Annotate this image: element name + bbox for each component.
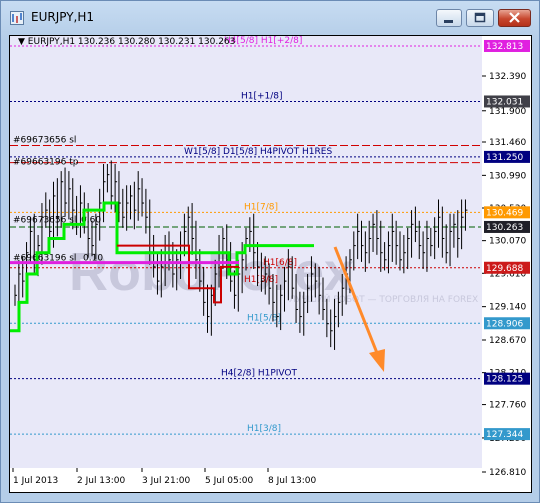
time-tick-label: 1 Jul 2013 (13, 476, 58, 486)
price-tick-label: 126.810 (489, 468, 526, 478)
restore-icon (474, 12, 486, 23)
price-tick-label: 132.390 (489, 72, 526, 82)
price-tag-label: 127.344 (486, 430, 523, 440)
chart-window: EURJPY,H1 RoboForex ЛУЧШИЙ РОБОТ — ТОРГОВ… (0, 0, 540, 503)
price-tick-label: 128.670 (489, 336, 526, 346)
price-tag-label: 130.469 (486, 208, 523, 218)
time-tick-label: 5 Jul 05:00 (205, 476, 254, 486)
price-tag-label: 128.125 (486, 375, 523, 385)
price-tag-label: 128.906 (486, 319, 523, 329)
price-tick-label: 131.900 (489, 107, 526, 117)
price-tag-label: 132.813 (486, 42, 523, 52)
price-chart[interactable]: RoboForexЛУЧШИЙ РОБОТ — ТОРГОВЛЯ НА FORE… (9, 35, 532, 493)
level-label: H4[2/8] H1PIVOT (221, 369, 298, 379)
close-icon (509, 12, 520, 23)
price-tick-label: 129.140 (489, 303, 526, 313)
symbol-quote-line: EURJPY,H1 130.236 130.280 130.231 130.26… (27, 37, 236, 47)
price-tick-label: 131.460 (489, 138, 526, 148)
price-tick-label: 127.760 (489, 401, 526, 411)
window-title: EURJPY,H1 (31, 10, 95, 24)
order-label-tp: #69663196 tp (13, 158, 79, 168)
time-tick-label: 8 Jul 13:00 (268, 476, 317, 486)
chart-area[interactable]: RoboForex ЛУЧШИЙ РОБОТ — ТОРГОВЛЯ НА FORE… (9, 35, 532, 493)
time-tick-label: 2 Jul 13:00 (77, 476, 126, 486)
order-label-sl: #69673656 sl (13, 136, 76, 146)
level-label: H1[3/8] (247, 424, 281, 434)
price-tick-label: 130.070 (489, 237, 526, 247)
level-label: H1[+1/8] (241, 91, 283, 101)
price-tick-label: 130.990 (489, 171, 526, 181)
level-label: H1[7/8] (244, 202, 278, 212)
time-tick-label: 3 Jul 21:00 (142, 476, 191, 486)
level-label: H4[5/8] H1[+2/8] (224, 36, 302, 46)
price-tag-label: 131.250 (486, 153, 523, 163)
price-tag-label: 132.031 (486, 97, 523, 107)
minimize-button[interactable] (436, 9, 462, 27)
title-bar[interactable]: EURJPY,H1 (1, 1, 539, 35)
watermark-subtitle: ЛУЧШИЙ РОБОТ — ТОРГОВЛЯ НА FOREX (289, 293, 478, 305)
symbol-arrow-icon: ▼ (18, 37, 25, 47)
restore-button[interactable] (466, 9, 494, 27)
chart-header: ▼ EURJPY,H1 130.236 130.280 130.231 130.… (18, 37, 235, 47)
price-tag-label: 130.263 (486, 223, 523, 233)
close-button[interactable] (498, 9, 531, 27)
level-label: W1[5/8] D1[5/8] H4PIVOT H1RES (184, 147, 332, 157)
price-tag-label: 129.688 (486, 264, 523, 274)
minimize-icon (444, 20, 453, 23)
level-label: H1[5/8] (247, 313, 281, 323)
chart-icon (10, 11, 24, 25)
